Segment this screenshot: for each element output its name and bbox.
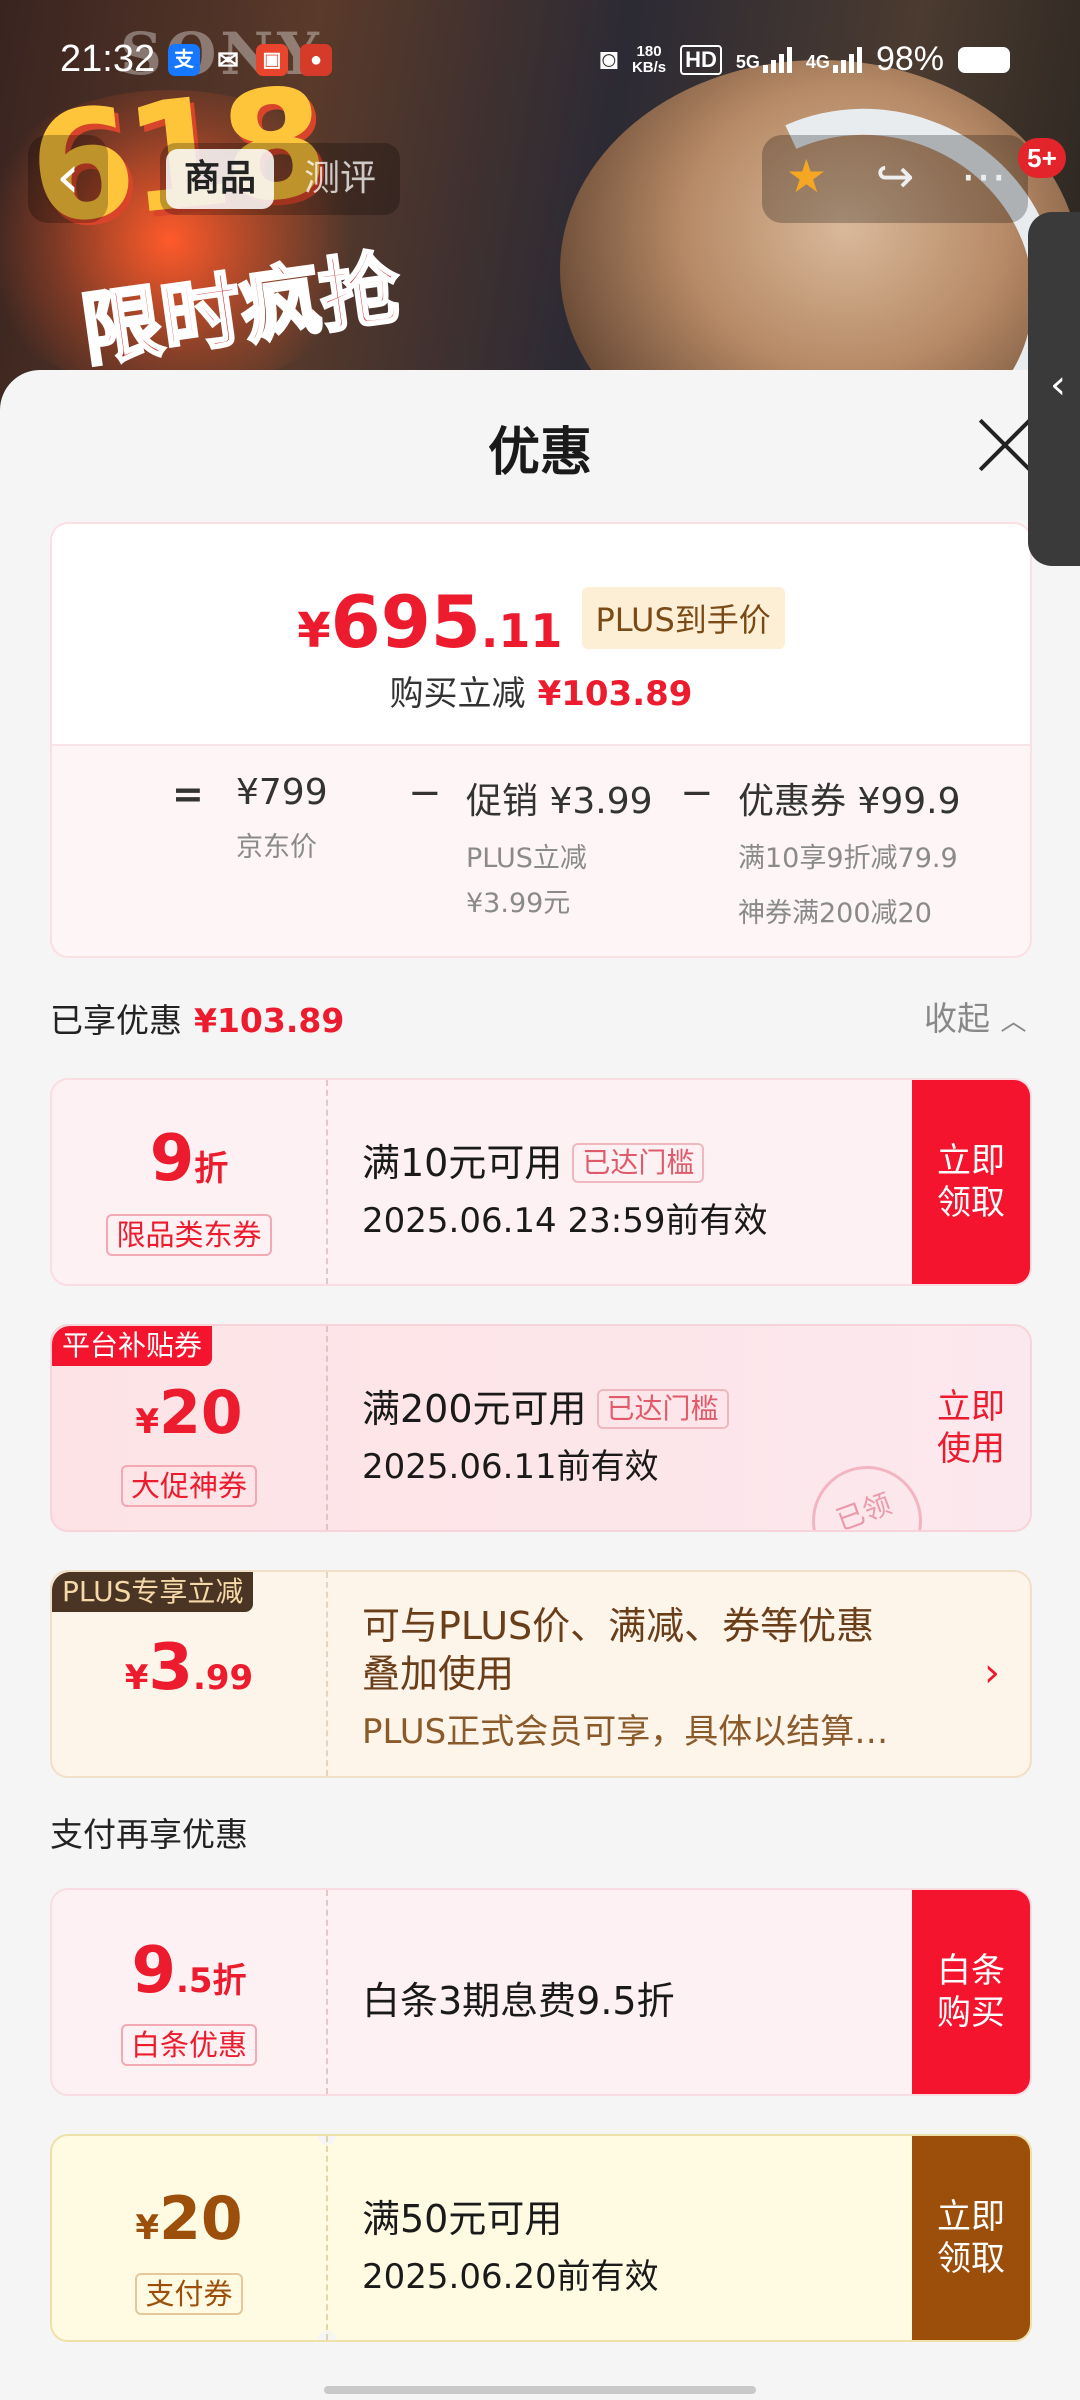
alipay-icon: 支 <box>168 44 200 76</box>
wechat-icon: ✉ <box>217 45 239 75</box>
back-button[interactable]: ‹ <box>28 135 108 223</box>
minus-sign: − <box>408 770 442 816</box>
promo-block: 促销 ¥3.99 PLUS立减 ¥3.99元 <box>466 772 653 920</box>
share-icon[interactable]: ↪ <box>865 149 925 209</box>
pay-coupon-desc: 白条3期息费9.5折 <box>362 1979 675 2023</box>
favorite-star-icon[interactable]: ★ <box>776 149 836 209</box>
pay-coupon-condition: 满50元可用 <box>362 2197 563 2241</box>
price-summary-card: ¥695.11 PLUS到手价 购买立减 ¥103.89 <box>50 522 1032 748</box>
coupon-expiry: 2025.06.11前有效 <box>362 1447 659 1487</box>
side-drawer-handle[interactable]: ‹ <box>1028 212 1080 566</box>
coupon-amount: 优惠券 ¥99.9 <box>738 781 961 822</box>
battery-percent: 98% <box>875 40 944 78</box>
plus-note: PLUS正式会员可享，具体以结算… <box>362 1712 889 1752</box>
promo-desc-2: ¥3.99元 <box>466 888 571 919</box>
coupon-condition: 满10元可用 已达门槛 <box>362 1132 767 1187</box>
equals-sign: = <box>172 772 204 816</box>
baitiao-buy-button[interactable]: 白条购买 <box>912 1890 1030 2094</box>
net-speed: 180 KB/s <box>631 42 667 76</box>
chevron-right-icon: › <box>984 1650 1000 1696</box>
minus-sign-2: − <box>680 770 714 816</box>
status-bar: 21:32 支 ✉ ▣ ● ◙ 180 KB/s HD 5G 4G 98% <box>0 0 1080 120</box>
hd-icon: HD <box>680 44 722 75</box>
pay-coupon-expiry: 2025.06.20前有效 <box>362 2257 659 2297</box>
battery-icon <box>958 46 1010 73</box>
jd-price-label: 京东价 <box>236 832 317 863</box>
coupon-value: 9 <box>149 1122 195 1196</box>
threshold-reached-badge: 已达门槛 <box>596 1389 729 1429</box>
tab-review[interactable]: 测评 <box>286 149 394 209</box>
pay-coupon-value: 9 <box>131 1934 176 2008</box>
app-notification-icon-2: ● <box>300 44 332 76</box>
promo-desc: PLUS立减 <box>466 843 587 874</box>
coupon-card: 9折 限品类东券 满10元可用 已达门槛 2025.06.14 23:59前有效 … <box>50 1078 1032 1286</box>
pay-coupon-card: 9.5折 白条优惠 白条3期息费9.5折 白条购买 <box>50 1888 1032 2096</box>
collapse-button[interactable]: 收起 ︿ <box>924 992 1027 1040</box>
coupon-value: 20 <box>159 1378 243 1448</box>
chevron-left-icon: ‹ <box>1050 362 1066 408</box>
coupon-type-label: 限品类东券 <box>106 1214 272 1256</box>
jd-price-block: ¥799 京东价 <box>236 772 328 864</box>
plus-discount-value: 3 <box>148 1631 193 1705</box>
top-nav: ‹ 商品 测评 ★ ↪ ⋯ <box>0 135 1080 225</box>
price-breakdown: = ¥799 京东价 − 促销 ¥3.99 PLUS立减 ¥3.99元 − 优惠… <box>50 744 1032 958</box>
enjoyed-discount-header: 已享优惠 ¥103.89 <box>50 1001 345 1040</box>
claim-button[interactable]: 立即领取 <box>912 2136 1030 2340</box>
coupon-desc: 满10享9折减79.9 <box>738 843 958 874</box>
promo-amount: 促销 ¥3.99 <box>466 781 653 822</box>
pay-coupon-type-label: 白条优惠 <box>120 2024 257 2066</box>
close-icon[interactable] <box>976 416 1034 474</box>
coupon-card: 平台补贴券 ¥20 大促神券 满200元可用 已达门槛 2025.06.11前有效… <box>50 1324 1032 1532</box>
chevron-up-icon: ︿ <box>1000 1007 1027 1037</box>
claim-button[interactable]: 立即领取 <box>912 1080 1030 1284</box>
pay-discount-header: 支付再享优惠 <box>50 1815 248 1854</box>
threshold-reached-badge: 已达门槛 <box>572 1143 705 1183</box>
signal-5g: 5G <box>736 46 792 73</box>
pay-coupon-card: ¥20 支付券 满50元可用 2025.06.20前有效 立即领取 <box>50 2134 1032 2342</box>
final-price: ¥695.11 <box>297 580 563 664</box>
more-icon[interactable]: ⋯ <box>954 149 1014 209</box>
app-notification-icon: ▣ <box>256 44 288 76</box>
purchase-reduction: 购买立减 ¥103.89 <box>389 674 693 714</box>
nav-tabs: 商品 测评 <box>160 143 401 215</box>
tab-product[interactable]: 商品 <box>166 149 275 209</box>
coupon-expiry: 2025.06.14 23:59前有效 <box>362 1201 768 1241</box>
pay-coupon-type-label: 支付券 <box>135 2273 243 2315</box>
coupon-type-label: 大促神券 <box>120 1465 257 1507</box>
plus-discount-card[interactable]: PLUS专享立减 ¥3.99 可与PLUS价、满减、券等优惠 叠加使用 PLUS… <box>50 1570 1032 1778</box>
plus-desc: 可与PLUS价、满减、券等优惠 <box>362 1604 875 1648</box>
plus-price-tag: PLUS到手价 <box>581 587 785 649</box>
sheet-title: 优惠 <box>487 423 592 483</box>
coupon-block: 优惠券 ¥99.9 满10享9折减79.9 神券满200减20 <box>738 772 961 930</box>
plus-desc-2: 叠加使用 <box>362 1652 515 1696</box>
use-button[interactable]: 立即使用 <box>912 1326 1030 1530</box>
coupon-desc-2: 神券满200减20 <box>738 898 932 929</box>
nav-actions: ★ ↪ ⋯ <box>762 135 1028 223</box>
pay-coupon-value: 20 <box>159 2184 243 2254</box>
signal-4g: 4G <box>806 46 862 73</box>
camera-icon: ◙ <box>599 42 618 76</box>
coupon-condition: 满200元可用 已达门槛 <box>362 1378 729 1433</box>
jd-price: ¥799 <box>236 772 328 813</box>
home-indicator[interactable] <box>324 2386 756 2394</box>
status-time: 21:32 <box>60 38 156 80</box>
message-badge: 5+ <box>1018 138 1066 178</box>
